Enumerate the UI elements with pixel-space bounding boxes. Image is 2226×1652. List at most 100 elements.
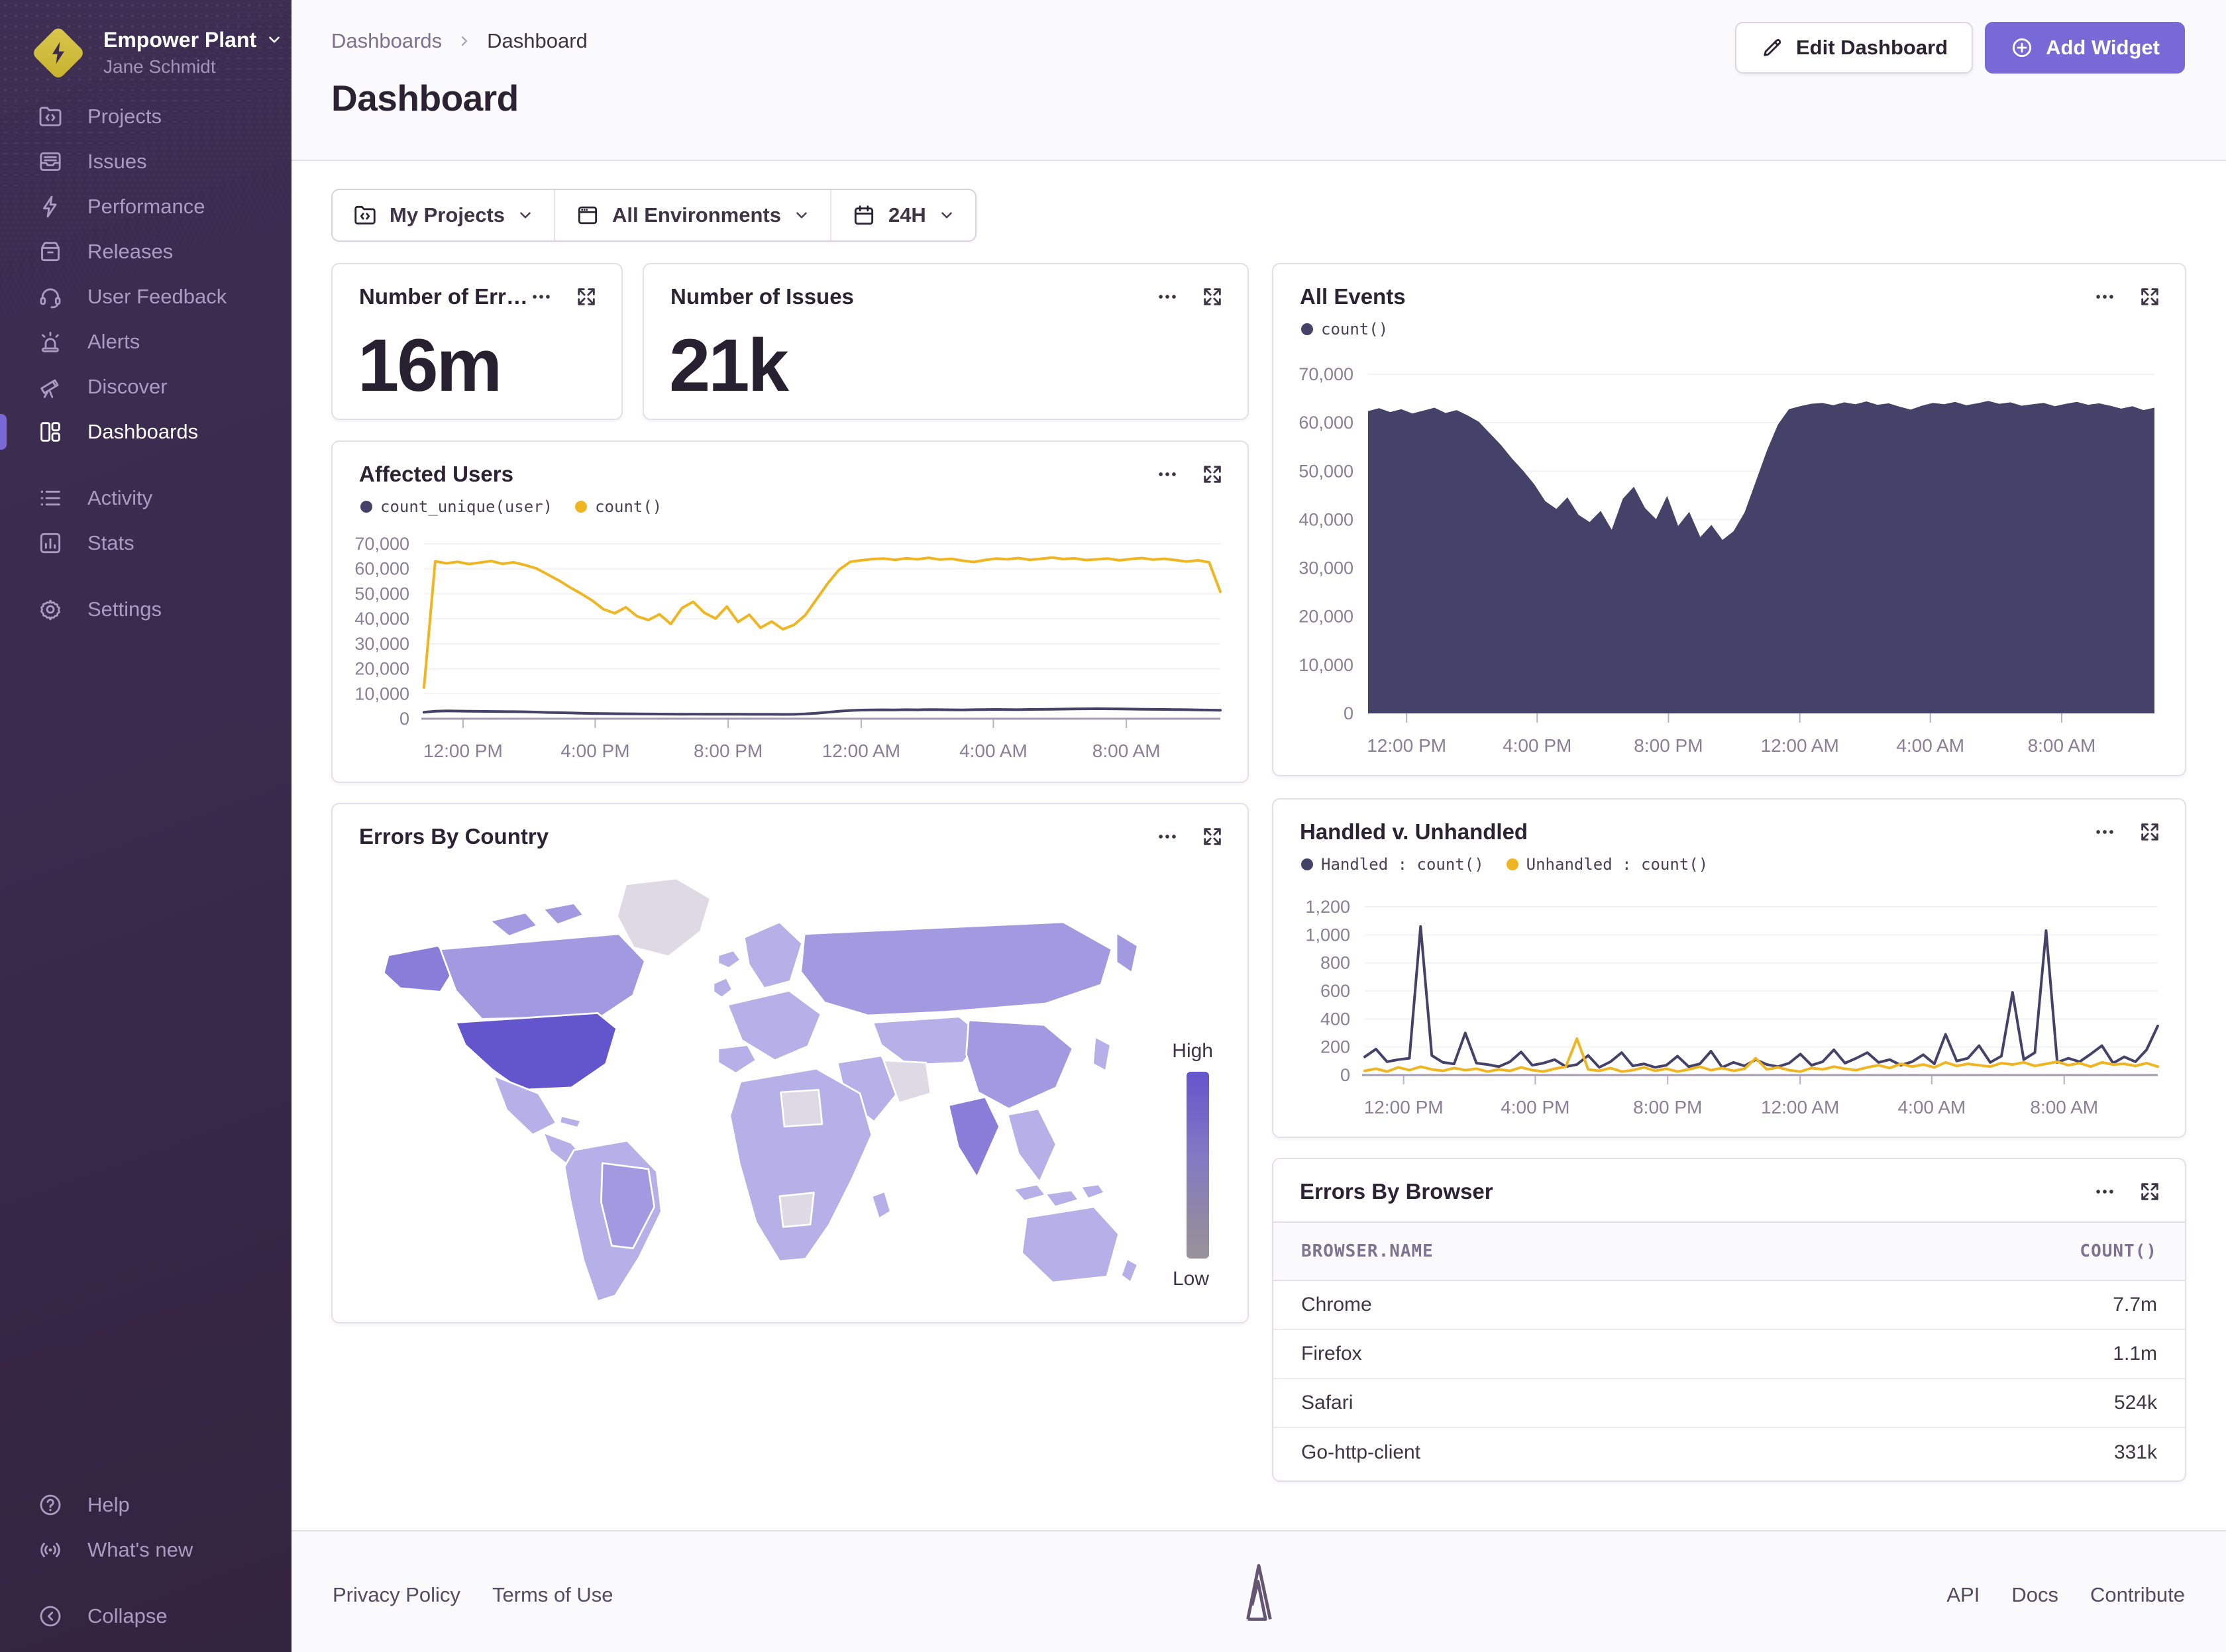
svg-text:10,000: 10,000 xyxy=(1298,655,1353,675)
legend-item: Handled : count() xyxy=(1301,855,1484,874)
sentry-logo[interactable] xyxy=(1237,1561,1281,1624)
svg-text:1,200: 1,200 xyxy=(1305,897,1350,917)
sidebar-item-user-feedback[interactable]: User Feedback xyxy=(0,274,292,319)
expand-icon[interactable] xyxy=(1201,463,1224,486)
ellipsis-menu-icon[interactable] xyxy=(1156,463,1179,486)
sidebar-item-label: What's new xyxy=(87,1538,193,1562)
footer-links-right: API Docs Contribute xyxy=(1946,1583,2185,1607)
sidebar-item-dashboards[interactable]: Dashboards xyxy=(0,409,292,454)
sidebar-item-releases[interactable]: Releases xyxy=(0,229,292,274)
chevron-down-icon xyxy=(266,31,283,48)
handled-unhandled-chart[interactable]: 02004006008001,0001,20012:00 PM4:00 PM8:… xyxy=(1280,896,2181,1129)
breadcrumb-dashboards[interactable]: Dashboards xyxy=(331,29,442,53)
browser-name-cell: Firefox xyxy=(1301,1343,1362,1365)
ellipsis-menu-icon[interactable] xyxy=(2094,821,2116,843)
api-link[interactable]: API xyxy=(1946,1583,1980,1607)
ellipsis-menu-icon[interactable] xyxy=(1156,285,1179,308)
sidebar-item-label: Dashboards xyxy=(87,420,198,444)
org-avatar xyxy=(29,24,86,81)
svg-text:8:00 AM: 8:00 AM xyxy=(1092,741,1161,761)
count-cell: 524k xyxy=(2114,1392,2157,1414)
widget-title: All Events xyxy=(1300,284,1406,309)
time-range-filter[interactable]: 24H xyxy=(830,190,975,240)
expand-icon[interactable] xyxy=(2139,821,2161,843)
count-cell: 7.7m xyxy=(2113,1294,2157,1316)
widget-title: Affected Users xyxy=(359,462,513,487)
terms-of-use-link[interactable]: Terms of Use xyxy=(492,1583,613,1607)
svg-text:40,000: 40,000 xyxy=(1298,509,1353,529)
chevron-down-icon xyxy=(793,207,810,224)
affected-users-chart[interactable]: 010,00020,00030,00040,00050,00060,00070,… xyxy=(339,533,1244,773)
breadcrumb: Dashboards Dashboard xyxy=(331,29,588,53)
ellipsis-menu-icon[interactable] xyxy=(530,285,553,308)
contribute-link[interactable]: Contribute xyxy=(2090,1583,2185,1607)
sidebar-item-projects[interactable]: Projects xyxy=(0,94,292,139)
widget-handled-v-unhandled: Handled v. Unhandled Handled : count() U… xyxy=(1272,798,2186,1138)
sidebar-item-label: Releases xyxy=(87,240,173,264)
svg-text:8:00 PM: 8:00 PM xyxy=(694,741,763,761)
expand-icon[interactable] xyxy=(2139,285,2161,308)
svg-text:60,000: 60,000 xyxy=(1298,413,1353,433)
plus-circle-icon xyxy=(2010,36,2034,60)
page-footer: Privacy Policy Terms of Use API Docs Con… xyxy=(292,1530,2226,1652)
sidebar-item-alerts[interactable]: Alerts xyxy=(0,319,292,364)
svg-text:70,000: 70,000 xyxy=(354,534,409,554)
svg-text:12:00 PM: 12:00 PM xyxy=(423,741,503,761)
svg-text:0: 0 xyxy=(1344,703,1353,723)
widget-title: Number of Err… xyxy=(359,284,528,309)
lightning-bolt-icon xyxy=(45,38,72,68)
widget-title: Handled v. Unhandled xyxy=(1300,819,1528,845)
svg-text:1,000: 1,000 xyxy=(1305,925,1350,945)
widget-number-of-issues: Number of Issues 21k xyxy=(643,263,1249,420)
gear-icon xyxy=(37,596,64,623)
question-circle-icon xyxy=(37,1492,64,1518)
svg-text:0: 0 xyxy=(399,709,409,729)
sidebar-item-help[interactable]: Help xyxy=(0,1482,292,1527)
sidebar-item-label: Help xyxy=(87,1493,130,1517)
sidebar-item-performance[interactable]: Performance xyxy=(0,184,292,229)
svg-text:12:00 AM: 12:00 AM xyxy=(822,741,900,761)
sidebar-item-settings[interactable]: Settings xyxy=(0,587,292,632)
org-switcher[interactable]: Empower Plant Jane Schmidt xyxy=(29,24,283,81)
sidebar-item-label: Collapse xyxy=(87,1604,168,1628)
svg-text:600: 600 xyxy=(1320,981,1350,1001)
edit-dashboard-button[interactable]: Edit Dashboard xyxy=(1735,22,1973,74)
activity-list-icon xyxy=(37,485,64,511)
expand-icon[interactable] xyxy=(1201,285,1224,308)
dashboards-grid-icon xyxy=(37,419,64,445)
add-widget-label: Add Widget xyxy=(2046,36,2160,60)
ellipsis-menu-icon[interactable] xyxy=(2094,285,2116,308)
svg-text:800: 800 xyxy=(1320,953,1350,973)
expand-icon[interactable] xyxy=(575,285,598,308)
widget-title: Errors By Browser xyxy=(1300,1179,1493,1204)
sidebar-item-stats[interactable]: Stats xyxy=(0,521,292,566)
footer-links-left: Privacy Policy Terms of Use xyxy=(333,1583,613,1607)
environments-filter[interactable]: All Environments xyxy=(554,190,830,240)
svg-text:12:00 AM: 12:00 AM xyxy=(1761,1097,1839,1117)
sidebar-nav-secondary: Activity Stats xyxy=(0,476,292,566)
sidebar-item-activity[interactable]: Activity xyxy=(0,476,292,521)
svg-text:30,000: 30,000 xyxy=(354,634,409,654)
issues-count-value: 21k xyxy=(669,323,787,408)
sidebar-item-whats-new[interactable]: What's new xyxy=(0,1527,292,1573)
sidebar-nav-tertiary: Settings xyxy=(0,587,292,632)
svg-text:50,000: 50,000 xyxy=(354,584,409,603)
sidebar-item-discover[interactable]: Discover xyxy=(0,364,292,409)
sidebar-item-label: Settings xyxy=(87,597,162,621)
add-widget-button[interactable]: Add Widget xyxy=(1985,22,2185,74)
svg-text:12:00 AM: 12:00 AM xyxy=(1761,735,1839,756)
svg-text:50,000: 50,000 xyxy=(1298,461,1353,481)
expand-icon[interactable] xyxy=(1201,825,1224,848)
expand-icon[interactable] xyxy=(2139,1180,2161,1203)
column-count: COUNT() xyxy=(2080,1241,2157,1261)
ellipsis-menu-icon[interactable] xyxy=(2094,1180,2116,1203)
world-choropleth-map[interactable] xyxy=(351,868,1173,1305)
sidebar-item-collapse[interactable]: Collapse xyxy=(0,1594,292,1639)
privacy-policy-link[interactable]: Privacy Policy xyxy=(333,1583,460,1607)
ellipsis-menu-icon[interactable] xyxy=(1156,825,1179,848)
sidebar-item-issues[interactable]: Issues xyxy=(0,139,292,184)
projects-filter[interactable]: My Projects xyxy=(333,190,554,240)
docs-link[interactable]: Docs xyxy=(2011,1583,2058,1607)
issues-tray-icon xyxy=(37,148,64,175)
all-events-chart[interactable]: 010,00020,00030,00040,00050,00060,00070,… xyxy=(1283,364,2178,768)
